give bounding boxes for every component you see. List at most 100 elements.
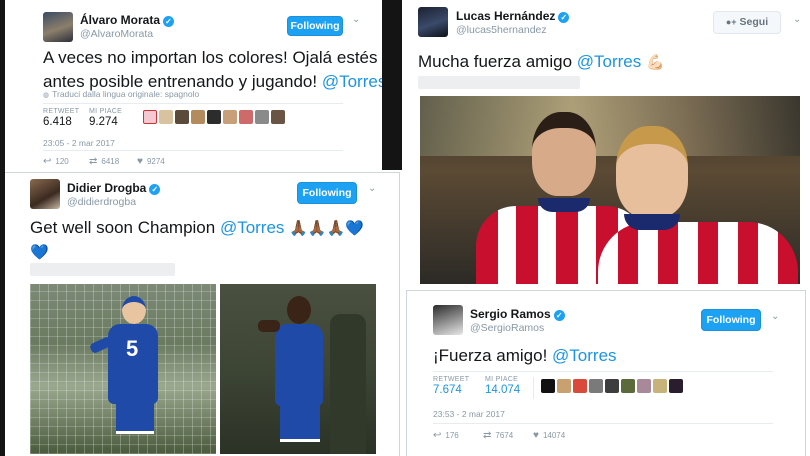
translate-link[interactable]: ◍ Traduci dalla lingua originale: spagnol…	[43, 89, 199, 99]
avatar[interactable]	[541, 379, 555, 393]
tweet-timestamp[interactable]: 23:53 - 2 mar 2017	[433, 409, 505, 419]
retweet-icon: ⇄	[483, 430, 492, 441]
heart-icon: ♥	[137, 156, 143, 167]
tweet-card-hernandez: Lucas Hernández ✓ @lucas5hernandez ●+ Segu…	[404, 0, 810, 290]
author-name-morata[interactable]: Álvaro Morata ✓	[80, 13, 175, 27]
like-label: MI PIACE	[89, 108, 123, 115]
author-handle-hernandez[interactable]: @lucas5hernandez	[456, 24, 547, 36]
author-name-ramos[interactable]: Sergio Ramos ✓	[470, 307, 565, 321]
avatar[interactable]	[271, 110, 285, 124]
like-label: MI PIACE	[485, 376, 519, 383]
avatar[interactable]	[621, 379, 635, 393]
retweet-label: RETWEET	[433, 376, 470, 383]
avatar[interactable]	[255, 110, 269, 124]
avatar[interactable]	[573, 379, 587, 393]
globe-icon: ◍	[43, 92, 50, 99]
avatar[interactable]	[223, 110, 237, 124]
follow-button[interactable]: ●+ Segui	[713, 11, 781, 34]
avatar[interactable]	[605, 379, 619, 393]
avatar-ramos[interactable]	[433, 305, 463, 335]
avatar-hernandez[interactable]	[418, 7, 448, 37]
photo-split	[216, 284, 220, 454]
chevron-down-icon[interactable]: ⌄	[368, 183, 376, 194]
avatar[interactable]	[191, 110, 205, 124]
reply-icon: ↩	[433, 430, 442, 441]
tweet-timestamp[interactable]: 23:05 - 2 mar 2017	[43, 138, 115, 148]
avatar[interactable]	[669, 379, 683, 393]
avatar[interactable]	[653, 379, 667, 393]
author-handle-ramos[interactable]: @SergioRamos	[470, 322, 544, 334]
following-button[interactable]: Following	[701, 309, 761, 331]
player-lucas-head	[532, 112, 596, 196]
divider	[433, 371, 773, 372]
verified-icon: ✓	[163, 16, 175, 27]
avatar-drogba[interactable]	[30, 179, 60, 209]
avatar[interactable]	[589, 379, 603, 393]
retweet-label: RETWEET	[43, 108, 80, 115]
reply-icon: ↩	[43, 156, 52, 167]
player-drogba-hands	[258, 320, 280, 332]
chevron-down-icon[interactable]: ⌄	[771, 311, 779, 322]
blue-heart-emoji: 💙	[30, 244, 49, 261]
player-torres-head	[616, 126, 688, 218]
chevron-down-icon[interactable]: ⌄	[793, 14, 801, 25]
like-count[interactable]: 9.274	[89, 116, 118, 128]
tweet-card-drogba: Didier Drogba ✓ @didierdrogba Following ⌄…	[5, 172, 400, 456]
player-torres-head	[122, 296, 146, 324]
mention-link[interactable]: @Torres	[577, 52, 642, 71]
blurred-text	[418, 76, 580, 89]
tweet-card-ramos: Sergio Ramos ✓ @SergioRamos Following ⌄ ¡…	[406, 290, 806, 456]
retweet-icon: ⇄	[89, 156, 98, 167]
avatar[interactable]	[207, 110, 221, 124]
avatar[interactable]	[143, 110, 157, 124]
avatar[interactable]	[159, 110, 173, 124]
like-count[interactable]: 14.074	[485, 384, 520, 396]
flexed-biceps-emoji: 💪🏻	[645, 54, 665, 71]
player-drogba-body	[275, 324, 323, 406]
praying-hands-emoji: 🙏🏾🙏🏾🙏🏾💙	[289, 220, 364, 237]
separator-dark	[382, 0, 402, 170]
jersey-number: 5	[126, 336, 139, 361]
player-torres-collar	[624, 214, 680, 230]
author-handle-drogba[interactable]: @didierdrogba	[67, 196, 136, 208]
retweet-button[interactable]: ⇄ 6418	[89, 156, 119, 167]
tweet-card-morata: Álvaro Morata ✓ @AlvaroMorata Following ⌄…	[5, 0, 382, 172]
chevron-down-icon[interactable]: ⌄	[352, 14, 360, 25]
blurred-text	[30, 263, 175, 276]
player-torres-shirt	[598, 222, 798, 284]
reply-button[interactable]: ↩ 176	[433, 430, 459, 441]
following-button[interactable]: Following	[287, 16, 343, 36]
avatar-morata[interactable]	[43, 12, 73, 42]
like-button[interactable]: ♥ 14074	[533, 430, 565, 441]
divider	[533, 377, 534, 399]
staff-figure	[330, 314, 366, 454]
avatar[interactable]	[557, 379, 571, 393]
divider	[433, 423, 773, 424]
player-lucas-collar	[538, 198, 590, 212]
retweet-button[interactable]: ⇄ 7674	[483, 430, 513, 441]
mention-link[interactable]: @Torres	[552, 346, 617, 365]
avatar[interactable]	[175, 110, 189, 124]
following-button[interactable]: Following	[297, 182, 357, 204]
tweet-photo-drogba[interactable]: 5	[30, 284, 376, 454]
avatar[interactable]	[637, 379, 651, 393]
retweet-count[interactable]: 7.674	[433, 384, 462, 396]
verified-icon: ✓	[149, 184, 161, 195]
mention-link[interactable]: @Torres	[220, 218, 285, 237]
avatar[interactable]	[239, 110, 253, 124]
tweet-photo-hernandez[interactable]	[420, 96, 800, 284]
player-drogba-shorts	[280, 402, 320, 442]
tweet-text-drogba: Get well soon Champion @Torres 🙏🏾🙏🏾🙏🏾💙 💙	[30, 216, 364, 265]
tweet-text-morata: A veces no importan los colores! Ojalá e…	[43, 46, 382, 94]
add-user-icon: ●+	[725, 17, 737, 27]
retweet-count[interactable]: 6.418	[43, 116, 72, 128]
like-button[interactable]: ♥ 9274	[137, 156, 165, 167]
author-name-drogba[interactable]: Didier Drogba ✓	[67, 181, 161, 195]
heart-icon: ♥	[533, 430, 539, 441]
author-name-hernandez[interactable]: Lucas Hernández ✓	[456, 9, 570, 23]
mention-link[interactable]: @Torres	[322, 72, 382, 91]
verified-icon: ✓	[558, 12, 570, 23]
reply-button[interactable]: ↩ 120	[43, 156, 69, 167]
author-handle-morata[interactable]: @AlvaroMorata	[80, 28, 153, 40]
divider	[43, 103, 343, 104]
